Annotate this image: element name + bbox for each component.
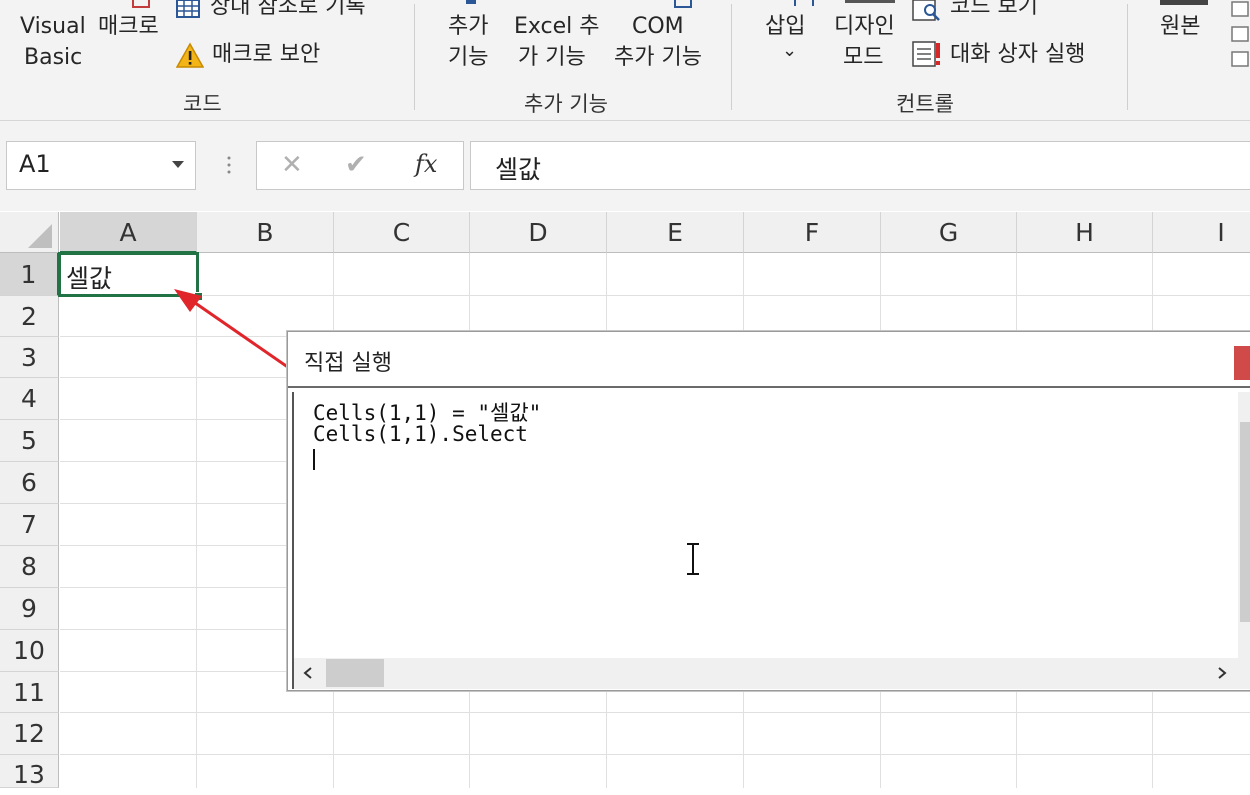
vertical-scrollbar[interactable]: [1238, 392, 1250, 658]
view-code-button[interactable]: 코드 보기: [950, 0, 1038, 22]
view-code-icon: [912, 0, 942, 22]
gridline: [60, 712, 1250, 713]
horizontal-scrollbar-thumb[interactable]: [326, 659, 384, 687]
column-header-b[interactable]: B: [197, 212, 334, 253]
use-relative-references-button[interactable]: 상대 참조로 기록: [210, 0, 366, 22]
macros-button[interactable]: 매크로: [98, 12, 159, 42]
row-header-9[interactable]: 9: [0, 588, 59, 630]
row-header-4[interactable]: 4: [0, 378, 59, 420]
macro-security-button[interactable]: 매크로 보안: [212, 40, 320, 70]
ibeam-cursor-icon: [687, 543, 699, 575]
code-line-2: Cells(1,1).Select: [313, 422, 528, 446]
ribbon: Visual Basic 매크로 상대 참조로 기록 매크로 보안 코드 추가 …: [0, 0, 1250, 121]
close-button[interactable]: [1234, 346, 1250, 380]
com-addins-button-line2[interactable]: 추가 기능: [614, 43, 702, 73]
select-all-button[interactable]: [0, 212, 59, 253]
enter-icon[interactable]: ✔: [345, 150, 367, 180]
com-addins-icon: [674, 0, 692, 8]
excel-addins-button-line2[interactable]: 가 기능: [518, 43, 586, 73]
horizontal-scrollbar[interactable]: [292, 658, 1250, 689]
cell-a1-value: 셀값: [66, 264, 113, 293]
visual-basic-button-line1[interactable]: Visual: [20, 12, 86, 42]
column-header-f[interactable]: F: [744, 212, 881, 253]
cancel-icon[interactable]: ✕: [281, 150, 303, 180]
design-mode-icon: [845, 0, 895, 3]
column-header-d[interactable]: D: [470, 212, 607, 253]
addins-icon: [466, 0, 476, 4]
row-header-7[interactable]: 7: [0, 504, 59, 546]
formula-buttons: ✕ ✔ fx: [256, 141, 464, 190]
source-icon: [1160, 0, 1208, 5]
row-header-1[interactable]: 1: [0, 253, 59, 296]
formula-bar-grip-icon[interactable]: [227, 154, 231, 176]
visual-basic-button-line2[interactable]: Basic: [24, 43, 82, 73]
insert-control-icon: [794, 0, 814, 6]
row-header-8[interactable]: 8: [0, 546, 59, 588]
chevron-down-icon[interactable]: ⌄: [782, 36, 797, 66]
column-header-e[interactable]: E: [607, 212, 744, 253]
gridline: [60, 754, 1250, 755]
addins-group-label: 추가 기능: [524, 92, 608, 116]
row-header-5[interactable]: 5: [0, 420, 59, 462]
formula-input[interactable]: 셀값: [470, 141, 1250, 190]
scroll-right-icon[interactable]: [1216, 666, 1228, 680]
run-dialog-icon: [912, 40, 942, 70]
design-mode-button-line2[interactable]: 모드: [843, 43, 883, 73]
group-separator: [414, 4, 415, 110]
name-box[interactable]: A1: [6, 141, 196, 190]
column-header-c[interactable]: C: [334, 212, 470, 253]
group-separator: [731, 4, 732, 110]
excel-addins-button-line1[interactable]: Excel 추: [514, 12, 600, 42]
formula-value: 셀값: [495, 155, 542, 184]
row-header-10[interactable]: 10: [0, 630, 59, 672]
vertical-scrollbar-thumb[interactable]: [1240, 422, 1250, 622]
source-button[interactable]: 원본: [1160, 12, 1200, 42]
row-header-12[interactable]: 12: [0, 713, 59, 755]
design-mode-button-line1[interactable]: 디자인: [834, 12, 895, 42]
controls-group-label: 컨트롤: [896, 92, 954, 116]
column-header-i[interactable]: I: [1153, 212, 1250, 253]
table-grid-icon: [176, 0, 200, 18]
name-box-value: A1: [19, 150, 51, 178]
scroll-left-icon[interactable]: [302, 666, 314, 680]
dropdown-arrow-icon[interactable]: [172, 161, 184, 168]
addins-button-line1[interactable]: 추가: [448, 12, 488, 42]
warning-icon: [175, 42, 205, 68]
insert-function-icon[interactable]: fx: [415, 150, 437, 178]
row-header-6[interactable]: 6: [0, 462, 59, 504]
row-header-3[interactable]: 3: [0, 337, 59, 378]
code-group-label: 코드: [183, 92, 222, 116]
group-separator: [1127, 4, 1128, 110]
com-addins-button-line1[interactable]: COM: [632, 12, 684, 42]
run-dialog-button[interactable]: 대화 상자 실행: [950, 40, 1085, 70]
row-header-11[interactable]: 11: [0, 672, 59, 713]
column-header-a[interactable]: A: [60, 212, 197, 253]
text-cursor: [313, 449, 315, 470]
addins-button-line2[interactable]: 기능: [448, 43, 488, 73]
macro-icon: [132, 0, 150, 8]
column-header-g[interactable]: G: [881, 212, 1017, 253]
column-header-h[interactable]: H: [1017, 212, 1153, 253]
immediate-window-titlebar[interactable]: 직접 실행: [288, 332, 1250, 388]
xml-map-icons: [1228, 0, 1250, 70]
immediate-window-title: 직접 실행: [304, 351, 392, 376]
row-header-2[interactable]: 2: [0, 296, 59, 337]
row-header-13[interactable]: 13: [0, 755, 59, 789]
